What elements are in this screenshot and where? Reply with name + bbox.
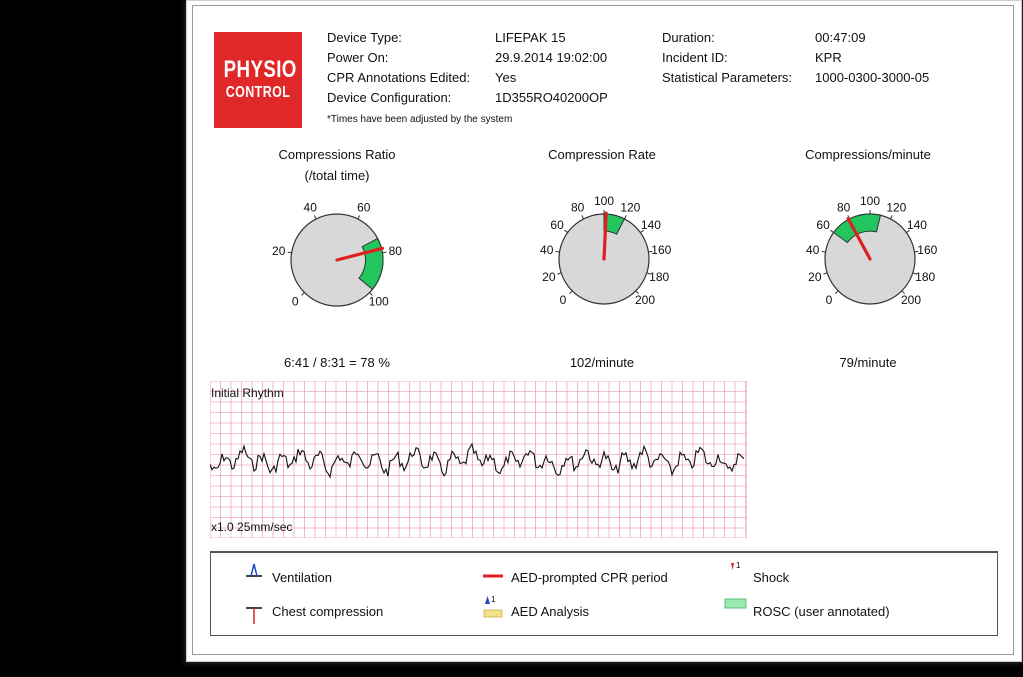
gauge-ratio-subtitle: (/total time) xyxy=(304,168,370,183)
gauge-tick xyxy=(623,215,627,220)
gauge-tick-label: 0 xyxy=(292,295,299,309)
duration-label: Duration: xyxy=(662,30,715,45)
incident-id-label: Incident ID: xyxy=(662,50,728,65)
ecg-scale-label: x1.0 25mm/sec xyxy=(211,520,293,534)
gauge-tick-label: 80 xyxy=(837,200,851,214)
aed-analysis-icon: 1 xyxy=(483,595,503,618)
stat-params-label: Statistical Parameters: xyxy=(662,70,793,85)
gauge-tick xyxy=(889,215,893,220)
gauge-tick-label: 20 xyxy=(272,244,286,258)
svg-text:1: 1 xyxy=(491,595,496,604)
device-config-value: 1D355RO40200OP xyxy=(495,90,608,105)
aed-prompted-cpr-icon xyxy=(483,574,503,578)
device-type-value: LIFEPAK 15 xyxy=(495,30,566,45)
rate-reading: 102/minute xyxy=(569,355,635,370)
shock-icon: 1 xyxy=(731,561,741,570)
svg-text:1: 1 xyxy=(736,561,741,570)
gauge-tick xyxy=(382,251,387,254)
gauge-tick-label: 20 xyxy=(542,270,556,284)
gauge-tick xyxy=(830,229,834,233)
legend-aed-prompted-cpr: AED-prompted CPR period xyxy=(511,570,668,585)
ratio-reading: 6:41 / 8:31 = 78 % xyxy=(284,355,390,370)
cpr-annotations-value: Yes xyxy=(495,70,517,85)
gauge-tick xyxy=(555,250,560,253)
gauge-tick-label: 40 xyxy=(806,243,820,257)
gauge-cpm-title: Compressions/minute xyxy=(805,147,931,162)
gauge-needle xyxy=(602,211,608,261)
legend-shock: Shock xyxy=(753,570,790,585)
gauge-tick-label: 140 xyxy=(907,218,927,232)
gauge-tick-label: 0 xyxy=(560,293,567,307)
power-on-value: 29.9.2014 19:02:00 xyxy=(495,50,608,65)
gauge-tick-label: 0 xyxy=(826,293,833,307)
gauge-tick-label: 140 xyxy=(641,218,661,232)
gauge-tick-label: 100 xyxy=(860,194,880,208)
cpr-annotations-label: CPR Annotations Edited: xyxy=(327,70,471,85)
legend-aed-analysis: AED Analysis xyxy=(511,604,590,619)
ecg-initial-rhythm-label: Initial Rhythm xyxy=(211,386,284,400)
gauge-tick xyxy=(823,272,828,275)
gauge-tick-label: 80 xyxy=(389,244,403,258)
gauge-tick xyxy=(581,215,585,220)
power-on-label: Power On: xyxy=(327,50,389,65)
gauge-tick-label: 160 xyxy=(651,243,671,257)
gauge-tick xyxy=(834,290,839,295)
gauge-tick-label: 180 xyxy=(649,270,669,284)
gauge-tick-label: 80 xyxy=(571,200,585,214)
legend-rosc: ROSC (user annotated) xyxy=(753,604,890,619)
gauge-tick-label: 20 xyxy=(808,270,822,284)
chest-compression-icon xyxy=(246,607,262,624)
gauge-ratio-title: Compressions Ratio xyxy=(278,147,396,162)
gauge-tick xyxy=(821,250,826,253)
incident-id-value: KPR xyxy=(815,50,842,65)
gauge-tick xyxy=(301,292,305,296)
gauge-tick-label: 100 xyxy=(369,295,389,309)
gauge-tick xyxy=(568,290,573,295)
legend-chest-compression: Chest compression xyxy=(272,604,384,619)
device-type-label: Device Type: xyxy=(327,30,402,45)
compressions-per-minute-gauge: 0 20 40 60 80 100 120140 160 180 200 xyxy=(806,194,938,307)
logo-line2: CONTROL xyxy=(225,84,291,101)
gauge-tick-label: 60 xyxy=(357,200,371,214)
physio-control-logo: PHYSIO CONTROL xyxy=(214,32,302,128)
gauge-tick-label: 180 xyxy=(915,270,935,284)
gauge-tick-label: 120 xyxy=(886,200,906,214)
gauge-tick-label: 40 xyxy=(304,200,318,214)
cpm-reading: 79/minute xyxy=(839,355,897,370)
rosc-icon xyxy=(724,598,747,609)
device-config-label: Device Configuration: xyxy=(327,90,452,105)
gauge-tick xyxy=(557,272,562,275)
duration-value: 00:47:09 xyxy=(815,30,866,45)
gauge-tick xyxy=(287,251,292,254)
gauge-tick-label: 60 xyxy=(550,218,564,232)
gauge-tick xyxy=(564,229,568,233)
gauge-tick-label: 200 xyxy=(635,293,655,307)
gauge-tick-label: 200 xyxy=(901,293,921,307)
gauge-tick-label: 40 xyxy=(540,243,554,257)
gauge-tick xyxy=(357,215,361,220)
ecg-strip xyxy=(210,381,747,538)
gauge-tick-label: 60 xyxy=(816,218,830,232)
ventilation-icon xyxy=(246,563,262,577)
gauge-tick-label: 160 xyxy=(917,243,937,257)
gauge-rate-title: Compression Rate xyxy=(548,147,656,162)
legend-box xyxy=(210,551,998,636)
gauge-tick xyxy=(313,215,317,220)
times-adjusted-note: *Times have been adjusted by the system xyxy=(327,114,513,125)
compressions-ratio-gauge: 0 20 40 60 80 100 xyxy=(272,200,403,309)
logo-line1: PHYSIO xyxy=(223,56,297,83)
gauge-tick-label: 120 xyxy=(620,200,640,214)
compression-rate-gauge: 0 20 40 60 80 100 120140 160 180 200 xyxy=(540,194,672,307)
stat-params-value: 1000-0300-3000-05 xyxy=(815,70,930,85)
gauge-tick-label: 100 xyxy=(594,194,614,208)
legend-ventilation: Ventilation xyxy=(272,570,332,585)
